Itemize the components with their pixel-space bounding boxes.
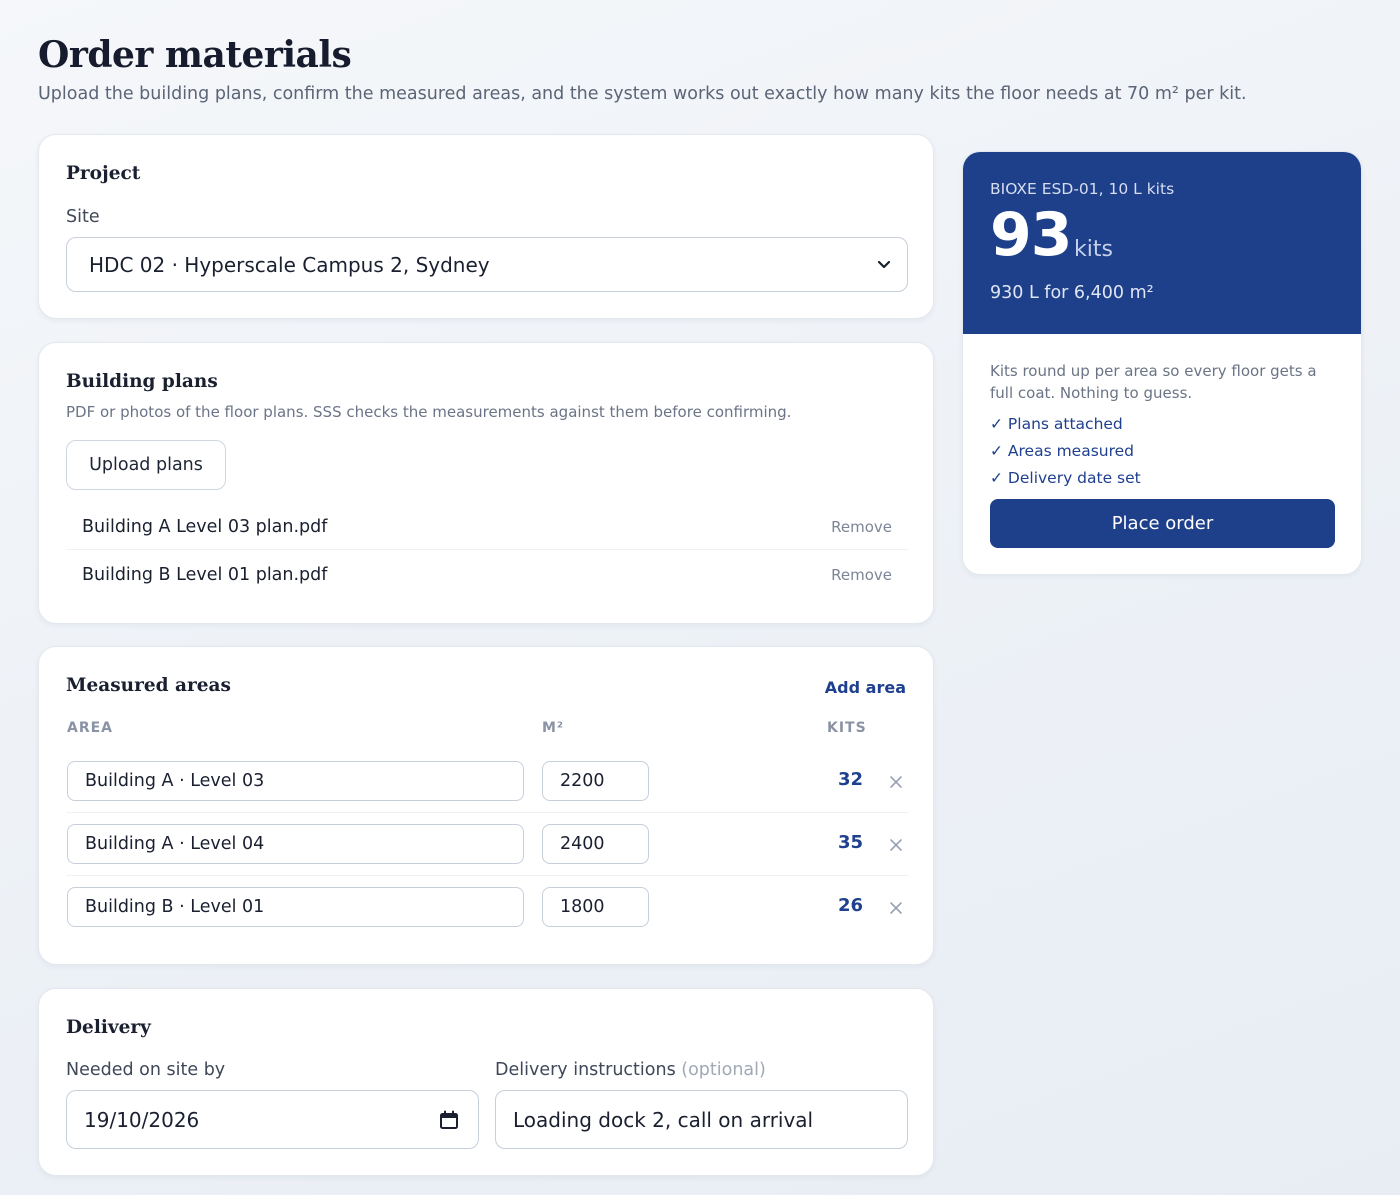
page-title: Order materials <box>38 34 352 76</box>
summary-kits-unit: kits <box>1074 237 1113 262</box>
building-plans-card: Building plans PDF or photos of the floo… <box>38 342 934 624</box>
measured-areas-title: Measured areas <box>66 675 231 696</box>
calendar-icon[interactable] <box>438 1109 460 1131</box>
plan-file-name: Building B Level 01 plan.pdf <box>82 565 328 585</box>
area-row: Building A · Level 04 2400 35 <box>66 814 908 876</box>
optional-hint: (optional) <box>681 1060 766 1080</box>
area-kits-value: 35 <box>837 832 863 853</box>
remove-file-button[interactable]: Remove <box>831 566 892 584</box>
site-label: Site <box>66 207 100 227</box>
needed-by-label: Needed on site by <box>66 1060 226 1080</box>
needed-by-date-value: 19/10/2026 <box>84 1107 200 1132</box>
summary-volume: 930 L for 6,400 m² <box>990 283 1154 303</box>
plan-file-row: Building A Level 03 plan.pdf Remove <box>66 504 908 550</box>
checklist-item: ✓ Plans attached <box>990 415 1123 433</box>
checklist: ✓ Plans attached ✓ Areas measured ✓ Deli… <box>990 413 1141 494</box>
checklist-item: ✓ Areas measured <box>990 442 1135 460</box>
close-icon[interactable] <box>884 833 908 857</box>
area-name-input[interactable]: Building A · Level 04 <box>67 824 524 864</box>
building-plans-description: PDF or photos of the floor plans. SSS ch… <box>66 403 792 421</box>
summary-total-kits: 93 <box>990 200 1072 270</box>
delivery-instructions-input[interactable]: Loading dock 2, call on arrival <box>495 1090 908 1149</box>
order-summary-card: BIOXE ESD-01, 10 L kits 93 kits 930 L fo… <box>962 151 1362 575</box>
project-card: Project Site HDC 02 · Hyperscale Campus … <box>38 134 934 319</box>
project-card-title: Project <box>66 163 141 184</box>
delivery-instructions-label: Delivery instructions (optional) <box>495 1060 766 1080</box>
area-kits-value: 32 <box>837 769 863 790</box>
summary-header: BIOXE ESD-01, 10 L kits 93 kits 930 L fo… <box>963 152 1361 334</box>
delivery-card: Delivery Needed on site by Delivery inst… <box>38 988 934 1176</box>
upload-plans-button[interactable]: Upload plans <box>66 440 226 490</box>
page-subtitle: Upload the building plans, confirm the m… <box>38 84 1247 104</box>
area-name-input[interactable]: Building A · Level 03 <box>67 761 524 801</box>
column-header-m2: M² <box>542 720 565 736</box>
chevron-down-icon <box>877 260 891 269</box>
building-plans-title: Building plans <box>66 371 218 392</box>
plan-file-row: Building B Level 01 plan.pdf Remove <box>66 552 908 598</box>
area-m2-input[interactable]: 2400 <box>542 824 649 864</box>
area-row: Building B · Level 01 1800 26 <box>66 877 908 939</box>
area-m2-input[interactable]: 1800 <box>542 887 649 927</box>
remove-file-button[interactable]: Remove <box>831 518 892 536</box>
add-area-button[interactable]: Add area <box>825 678 906 697</box>
area-row: Building A · Level 03 2200 32 <box>66 751 908 813</box>
area-m2-input[interactable]: 2200 <box>542 761 649 801</box>
needed-by-date-input[interactable]: 19/10/2026 <box>66 1090 479 1149</box>
delivery-title: Delivery <box>66 1017 151 1038</box>
site-select[interactable]: HDC 02 · Hyperscale Campus 2, Sydney <box>66 237 908 292</box>
checklist-item: ✓ Delivery date set <box>990 469 1141 487</box>
summary-product: BIOXE ESD-01, 10 L kits <box>990 180 1175 198</box>
summary-note: Kits round up per area so every floor ge… <box>990 362 1317 402</box>
column-header-kits: KITS <box>827 720 867 736</box>
area-kits-value: 26 <box>837 895 863 916</box>
place-order-button[interactable]: Place order <box>990 499 1335 548</box>
measured-areas-card: Measured areas Add area AREA M² KITS Bui… <box>38 646 934 965</box>
area-name-input[interactable]: Building B · Level 01 <box>67 887 524 927</box>
column-header-area: AREA <box>67 720 114 736</box>
plan-file-name: Building A Level 03 plan.pdf <box>82 516 328 537</box>
site-select-value: HDC 02 · Hyperscale Campus 2, Sydney <box>89 252 490 277</box>
close-icon[interactable] <box>884 896 908 920</box>
close-icon[interactable] <box>884 770 908 794</box>
delivery-instructions-label-text: Delivery instructions <box>495 1060 676 1080</box>
